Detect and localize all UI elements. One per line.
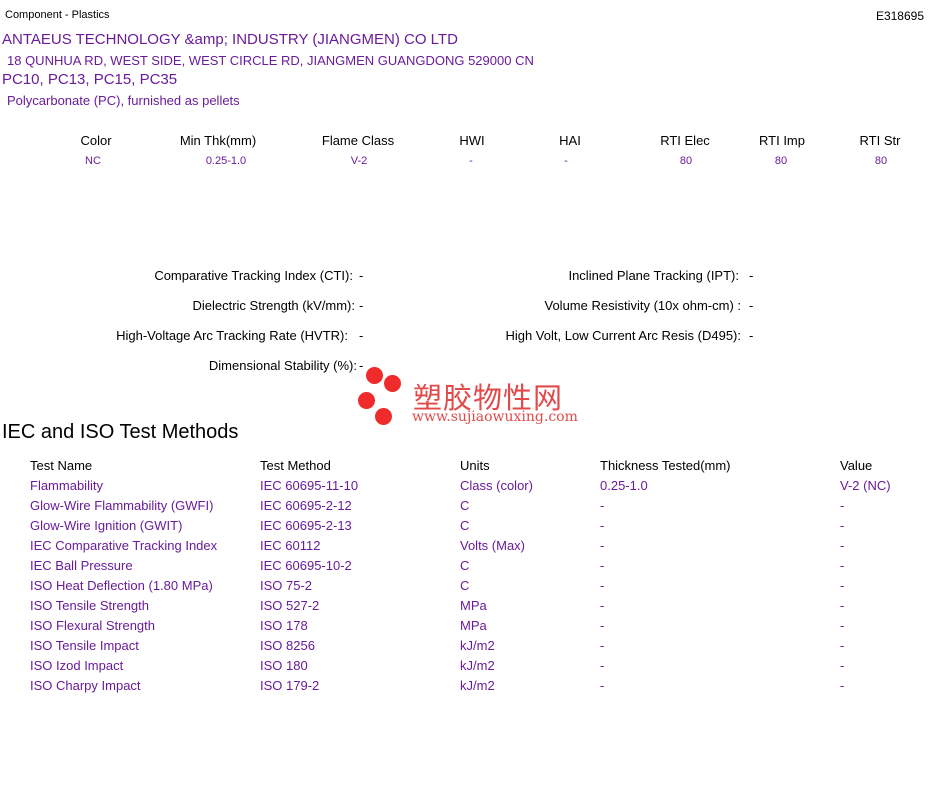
cell-value: - (840, 558, 845, 573)
table-header-units: Units (460, 458, 490, 473)
document-category: Component - Plastics (5, 9, 110, 21)
cell-units: Volts (Max) (460, 538, 526, 553)
cell-units: C (460, 518, 470, 533)
ratings-value-min-thk: 0.25-1.0 (205, 155, 247, 167)
hvtr-value: - (359, 328, 364, 343)
cell-test-method: ISO 8256 (260, 638, 315, 653)
ratings-header-flame-class: Flame Class (321, 133, 395, 148)
cell-units: kJ/m2 (460, 678, 495, 693)
cell-value: - (840, 538, 845, 553)
d495-label: High Volt, Low Current Arc Resis (D495): (505, 328, 741, 343)
table-header-test-method: Test Method (260, 458, 331, 473)
cell-test-name: IEC Comparative Tracking Index (30, 538, 218, 553)
cti-label: Comparative Tracking Index (CTI): (154, 268, 353, 283)
model-numbers: PC10, PC13, PC15, PC35 (2, 71, 178, 88)
cell-test-method: IEC 60695-11-10 (260, 478, 359, 493)
material-description: Polycarbonate (PC), furnished as pellets (7, 93, 240, 108)
ratings-value-flame-class: V-2 (350, 155, 368, 167)
cell-test-method: IEC 60695-2-12 (260, 498, 352, 513)
cell-value: - (840, 518, 845, 533)
cell-value: - (840, 678, 845, 693)
cell-thickness: - (600, 538, 605, 553)
cell-test-method: ISO 180 (260, 658, 308, 673)
ratings-value-rti-str: 80 (874, 155, 888, 167)
dielectric-value: - (359, 298, 364, 313)
cell-units: MPa (460, 598, 487, 613)
cell-value: - (840, 658, 845, 673)
cti-value: - (359, 268, 364, 283)
volume-resistivity-value: - (749, 298, 754, 313)
cell-thickness: - (600, 578, 605, 593)
watermark-url: www.sujiaowuxing.com (412, 409, 578, 425)
cell-test-name: Glow-Wire Flammability (GWFI) (30, 498, 214, 513)
cell-units: C (460, 558, 470, 573)
cell-value: V-2 (NC) (840, 478, 891, 493)
cell-thickness: - (600, 558, 605, 573)
cell-value: - (840, 578, 845, 593)
ratings-header-color: Color (80, 133, 112, 148)
cell-test-name: ISO Flexural Strength (30, 618, 155, 633)
company-address: 18 QUNHUA RD, WEST SIDE, WEST CIRCLE RD,… (7, 53, 534, 68)
cell-test-name: IEC Ball Pressure (30, 558, 133, 573)
cell-test-method: IEC 60695-10-2 (260, 558, 352, 573)
cell-test-method: ISO 527-2 (260, 598, 320, 613)
cell-test-name: ISO Charpy Impact (30, 678, 141, 693)
dimensional-stability-label: Dimensional Stability (%): (208, 358, 357, 373)
cell-thickness: - (600, 638, 605, 653)
cell-value: - (840, 598, 845, 613)
cell-value: - (840, 618, 845, 633)
table-header-thickness: Thickness Tested(mm) (600, 458, 731, 473)
cell-test-name: Glow-Wire Ignition (GWIT) (30, 518, 183, 533)
cell-units: C (460, 578, 470, 593)
cell-thickness: - (600, 618, 605, 633)
cell-units: MPa (460, 618, 487, 633)
ratings-value-color: NC (85, 155, 101, 167)
cell-thickness: - (600, 598, 605, 613)
ipt-value: - (749, 268, 754, 283)
ratings-value-hai: - (564, 155, 568, 167)
table-header-value: Value (840, 458, 873, 473)
volume-resistivity-label: Volume Resistivity (10x ohm-cm) : (544, 298, 742, 313)
cell-units: kJ/m2 (460, 658, 495, 673)
cell-thickness: - (600, 678, 605, 693)
cell-value: - (840, 498, 845, 513)
cell-test-method: ISO 179-2 (260, 678, 320, 693)
ratings-header-min-thk: Min Thk(mm) (179, 133, 257, 148)
company-name: ANTAEUS TECHNOLOGY &amp; INDUSTRY (JIANG… (2, 31, 458, 48)
cell-test-name: ISO Izod Impact (30, 658, 124, 673)
cell-test-method: ISO 178 (260, 618, 308, 633)
cell-test-name: Flammability (30, 478, 103, 493)
d495-value: - (749, 328, 754, 343)
ratings-header-hai: HAI (559, 133, 581, 148)
logo-dot-icon (366, 367, 383, 384)
watermark-logo: 塑胶物性网 www.sujiaowuxing.com (356, 367, 596, 429)
logo-dot-icon (384, 375, 401, 392)
cell-thickness: - (600, 658, 605, 673)
table-header-test-name: Test Name (30, 458, 93, 473)
logo-dot-icon (358, 392, 375, 409)
logo-dot-icon (375, 408, 392, 425)
cell-test-name: ISO Tensile Strength (30, 598, 149, 613)
section-title: IEC and ISO Test Methods (2, 421, 239, 443)
cell-test-name: ISO Heat Deflection (1.80 MPa) (30, 578, 213, 593)
cell-test-method: ISO 75-2 (260, 578, 313, 593)
dielectric-label: Dielectric Strength (kV/mm): (192, 298, 355, 313)
hvtr-label: High-Voltage Arc Tracking Rate (HVTR): (116, 328, 348, 343)
cell-units: kJ/m2 (460, 638, 495, 653)
cell-test-name: ISO Tensile Impact (30, 638, 139, 653)
cell-thickness: - (600, 498, 605, 513)
cell-test-method: IEC 60695-2-13 (260, 518, 352, 533)
cell-units: C (460, 498, 470, 513)
cell-value: - (840, 638, 845, 653)
file-number: E318695 (875, 9, 924, 23)
cell-thickness: - (600, 518, 605, 533)
ratings-header-rti-str: RTI Str (859, 133, 901, 148)
cell-test-method: IEC 60112 (260, 538, 321, 553)
cell-thickness: 0.25-1.0 (600, 478, 648, 493)
cell-units: Class (color) (460, 478, 533, 493)
ipt-label: Inclined Plane Tracking (IPT): (568, 268, 739, 283)
